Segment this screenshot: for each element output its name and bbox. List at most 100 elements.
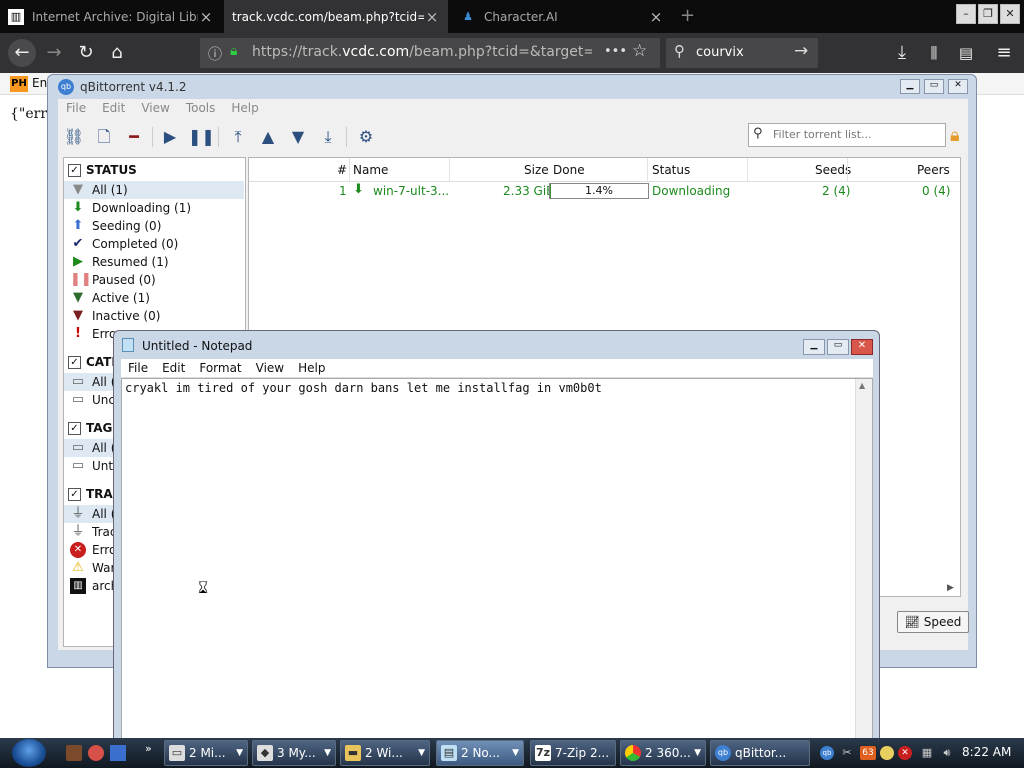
status-filter-paused[interactable]: ❚❚ Paused (0) [64,271,244,289]
quicklaunch-browser-icon[interactable] [88,745,104,761]
taskbar-task-7[interactable]: qb qBittor... [710,740,810,766]
move-bottom-icon[interactable]: ⤓ [316,125,340,149]
bookmark-label[interactable]: En [32,76,47,90]
menu-edit[interactable]: Edit [155,359,192,377]
downloads-icon[interactable]: ⤓ [890,41,914,65]
tray-badge-icon[interactable]: 63 [860,746,876,760]
minimize-icon[interactable]: ▁ [803,339,825,355]
status-filter-seeding[interactable]: ⬆ Seeding (0) [64,217,244,235]
back-icon[interactable]: ← [8,39,36,67]
column-seeds[interactable]: Seeds [815,163,851,177]
menu-view[interactable]: View [133,99,177,119]
taskbar-task-4[interactable]: ▤ 2 No... ▼ [436,740,524,766]
status-filter-active[interactable]: ▼ Active (1) [64,289,244,307]
tray-qbittorrent-icon[interactable]: qb [820,746,834,760]
tab-character-ai[interactable]: ♟ Character.AI × [452,0,672,33]
minimize-icon[interactable]: – [956,4,976,24]
maximize-icon[interactable]: ▭ [924,79,944,94]
restore-icon[interactable]: ❐ [978,4,998,24]
close-icon[interactable]: ✕ [851,339,873,355]
minimize-icon[interactable]: ▁ [900,79,920,94]
menu-view[interactable]: View [249,359,291,377]
move-down-icon[interactable]: ▼ [286,125,310,149]
maximize-icon[interactable]: ▭ [827,339,849,355]
notepad-text-area[interactable]: cryakl im tired of your gosh darn bans l… [121,378,873,741]
forward-icon[interactable]: → [42,41,66,65]
column-name[interactable]: Name [353,163,388,177]
speed-button[interactable]: 📈︎ Speed [897,611,969,633]
search-go-icon[interactable]: → [794,41,808,61]
resume-icon[interactable]: ▶ [158,125,182,149]
close-icon[interactable]: ✕ [948,79,968,94]
menu-tools[interactable]: Tools [178,99,224,119]
checkbox[interactable]: ✓ [68,487,81,501]
taskbar-task-2[interactable]: ◆ 3 My... ▼ [252,740,336,766]
status-filter-completed[interactable]: ✔ Completed (0) [64,235,244,253]
status-filter-downloading[interactable]: ⬇ Downloading (1) [64,199,244,217]
close-tab-icon[interactable]: × [198,8,214,26]
search-input[interactable]: courvix [696,45,744,60]
checkbox[interactable]: ✓ [68,163,81,177]
menu-edit[interactable]: Edit [94,99,133,119]
checkbox[interactable]: ✓ [68,355,81,369]
column-done[interactable]: Done [553,163,585,177]
start-button[interactable] [12,739,46,767]
overflow-chevron-icon[interactable]: » [145,742,152,755]
volume-icon[interactable]: 🔊︎ [940,746,954,760]
sidebar-icon[interactable]: ▤ [954,41,978,65]
show-desktop-icon[interactable] [110,745,126,761]
home-icon[interactable]: ⌂ [105,41,129,65]
column-status[interactable]: Status [652,163,690,177]
add-torrent-file-icon[interactable]: 🗋︎ [92,125,116,149]
taskbar-task-5[interactable]: 7z 7-Zip 2... [530,740,616,766]
filter-torrent-input[interactable]: ⚲ Filter torrent list... [748,123,946,147]
checkbox[interactable]: ✓ [68,421,81,435]
scroll-right-icon[interactable]: ▶ [947,583,954,593]
close-icon[interactable]: ✕ [1000,4,1020,24]
lock-icon[interactable]: 🔒︎ [950,125,960,146]
library-icon[interactable]: ⫼ [922,41,946,65]
info-icon[interactable]: ⓘ [208,44,222,64]
tray-tool-icon[interactable]: ✂ [840,746,854,760]
torrent-row[interactable]: 1 ⬇ win-7-ult-3... 2.33 GiB 1.4% Downloa… [249,182,960,200]
bookmark-star-icon[interactable]: ☆ [632,41,647,61]
column-peers[interactable]: Peers [917,163,950,177]
pause-icon[interactable]: ❚❚ [188,125,215,149]
add-torrent-link-icon[interactable]: ⛓ [62,125,86,149]
move-top-icon[interactable]: ⤒ [226,125,250,149]
menu-icon[interactable]: ≡ [992,41,1016,65]
column-size[interactable]: Size [524,163,549,177]
new-tab-button[interactable]: + [680,5,695,26]
move-up-icon[interactable]: ▲ [256,125,280,149]
search-bar[interactable]: ⚲ courvix → [666,38,818,68]
close-tab-icon[interactable]: × [424,8,440,26]
scroll-up-icon[interactable]: ▲ [859,381,865,390]
quicklaunch-icon[interactable] [66,745,82,761]
notepad-titlebar[interactable]: Untitled - Notepad ▁ ▭ ✕ [114,331,879,359]
menu-help[interactable]: Help [223,99,266,119]
taskbar-task-1[interactable]: ▭ 2 Mi... ▼ [164,740,248,766]
taskbar-task-3[interactable]: ▬ 2 Wi... ▼ [340,740,430,766]
url-bar[interactable]: ⓘ 🔒︎ https://track.vcdc.com/beam.php?tci… [200,38,660,68]
menu-file[interactable]: File [58,99,94,119]
tab-internet-archive[interactable]: ▥ Internet Archive: Digital Libra × [0,0,222,33]
delete-torrent-icon[interactable]: ━ [122,125,146,149]
tray-app-icon[interactable] [880,746,894,760]
status-filter-resumed[interactable]: ▶ Resumed (1) [64,253,244,271]
close-tab-icon[interactable]: × [648,8,664,26]
options-gear-icon[interactable]: ⚙ [354,125,378,149]
qbittorrent-titlebar[interactable]: qb qBittorrent v4.1.2 ▁ ▭ ✕ [48,75,976,99]
menu-format[interactable]: Format [192,359,248,377]
menu-file[interactable]: File [121,359,155,377]
taskbar-task-6[interactable]: 2 360... ▼ [620,740,706,766]
column-number[interactable]: # [337,163,347,177]
vertical-scrollbar[interactable]: ▲ [855,379,872,740]
page-actions-icon[interactable]: ••• [604,44,627,59]
status-filter-all[interactable]: ▼ All (1) [64,181,244,199]
categories-section-header[interactable]: ✓ CATE [68,355,120,369]
status-section-header[interactable]: ✓ STATUS [68,163,137,177]
status-filter-inactive[interactable]: ▼ Inactive (0) [64,307,244,325]
network-icon[interactable]: ▦ [920,746,934,760]
tray-error-icon[interactable]: ✕ [898,746,912,760]
reload-icon[interactable]: ↻ [74,41,98,65]
